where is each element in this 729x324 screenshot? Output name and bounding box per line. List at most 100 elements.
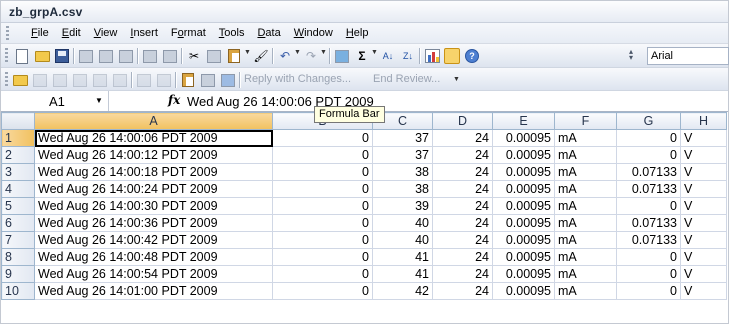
menu-item[interactable]: Help [346, 27, 369, 39]
redo-icon[interactable]: ↷ [302, 47, 320, 65]
column-header[interactable]: E [492, 112, 555, 130]
cell[interactable]: mA [554, 214, 617, 232]
new-icon[interactable] [13, 47, 31, 65]
menu-item[interactable]: Format [171, 27, 206, 39]
cell[interactable]: Wed Aug 26 14:00:42 PDT 2009 [34, 231, 273, 249]
row-header[interactable]: 4 [1, 180, 35, 198]
row-header[interactable]: 5 [1, 197, 35, 215]
column-header[interactable]: D [432, 112, 493, 130]
cell[interactable]: 24 [432, 180, 493, 198]
cell[interactable]: mA [554, 129, 617, 147]
cell[interactable]: 0.00095 [492, 163, 555, 181]
cell[interactable]: mA [554, 163, 617, 181]
cell[interactable]: V [680, 282, 727, 300]
cell[interactable]: 0.07133 [616, 214, 681, 232]
cell[interactable]: 0 [272, 180, 373, 198]
sort-descending-icon[interactable]: Z↓ [399, 47, 417, 65]
cell[interactable]: 0 [272, 163, 373, 181]
cell[interactable]: 24 [432, 129, 493, 147]
cell[interactable]: 0.07133 [616, 231, 681, 249]
cell[interactable]: 0 [272, 146, 373, 164]
help-icon[interactable]: ? [463, 47, 481, 65]
row-header[interactable]: 3 [1, 163, 35, 181]
cell[interactable]: Wed Aug 26 14:00:06 PDT 2009 [34, 129, 273, 147]
column-header[interactable]: F [554, 112, 617, 130]
redo-dropdown-icon[interactable]: ▼ [320, 49, 327, 56]
cell[interactable]: V [680, 265, 727, 283]
delete-comment-icon[interactable] [111, 71, 129, 89]
menu-item[interactable]: File [31, 27, 49, 39]
cell[interactable]: V [680, 146, 727, 164]
permission-icon[interactable] [77, 47, 95, 65]
cell[interactable]: 0 [272, 282, 373, 300]
cell[interactable]: Wed Aug 26 14:00:18 PDT 2009 [34, 163, 273, 181]
cell[interactable]: 0.00095 [492, 146, 555, 164]
cell[interactable]: 24 [432, 197, 493, 215]
column-header[interactable]: H [680, 112, 727, 130]
cell[interactable]: V [680, 163, 727, 181]
cell[interactable]: 0.00095 [492, 129, 555, 147]
cell[interactable]: mA [554, 282, 617, 300]
hyperlink-icon[interactable] [333, 47, 351, 65]
research-icon[interactable] [161, 47, 179, 65]
cell[interactable]: 0.00095 [492, 231, 555, 249]
column-header[interactable]: A [34, 112, 273, 130]
cell[interactable]: mA [554, 248, 617, 266]
cell[interactable]: Wed Aug 26 14:00:36 PDT 2009 [34, 214, 273, 232]
cell[interactable]: mA [554, 231, 617, 249]
cell[interactable]: 24 [432, 163, 493, 181]
cell[interactable]: 0 [272, 129, 373, 147]
cell[interactable]: 40 [372, 214, 433, 232]
row-header[interactable]: 7 [1, 231, 35, 249]
toolbar-grip[interactable] [5, 72, 8, 88]
previous-comment-icon[interactable] [31, 71, 49, 89]
cell[interactable]: V [680, 180, 727, 198]
row-header[interactable]: 2 [1, 146, 35, 164]
cell[interactable]: 40 [372, 231, 433, 249]
cell[interactable]: V [680, 214, 727, 232]
menu-item[interactable]: Tools [219, 27, 245, 39]
spelling-icon[interactable] [141, 47, 159, 65]
cell[interactable]: Wed Aug 26 14:00:24 PDT 2009 [34, 180, 273, 198]
menu-item[interactable]: Edit [62, 27, 81, 39]
undo-dropdown-icon[interactable]: ▼ [294, 49, 301, 56]
cell[interactable]: 37 [372, 129, 433, 147]
cell[interactable]: 0.00095 [492, 180, 555, 198]
menu-item[interactable]: Insert [130, 27, 158, 39]
name-box[interactable]: A1 ▼ [1, 91, 109, 111]
cell[interactable]: mA [554, 197, 617, 215]
cell[interactable]: 0.00095 [492, 214, 555, 232]
print-icon[interactable] [97, 47, 115, 65]
worksheet-grid[interactable]: ABCDEFGH 1Wed Aug 26 14:00:06 PDT 200903… [1, 112, 728, 324]
show-all-comments-icon[interactable] [91, 71, 109, 89]
insert-function-icon[interactable]: fx [168, 93, 180, 107]
cell[interactable]: 0.00095 [492, 248, 555, 266]
cell[interactable]: 0.00095 [492, 197, 555, 215]
cell[interactable]: 24 [432, 248, 493, 266]
cell[interactable]: 38 [372, 163, 433, 181]
cell[interactable]: Wed Aug 26 14:00:12 PDT 2009 [34, 146, 273, 164]
cell[interactable]: 0 [616, 129, 681, 147]
protect-sheet-icon[interactable] [179, 71, 197, 89]
cell[interactable]: V [680, 129, 727, 147]
cell[interactable]: mA [554, 180, 617, 198]
select-all-corner[interactable] [1, 112, 35, 130]
new-comment-icon[interactable] [11, 71, 29, 89]
cell[interactable]: mA [554, 146, 617, 164]
sort-ascending-icon[interactable]: A↓ [379, 47, 397, 65]
cell[interactable]: Wed Aug 26 14:00:48 PDT 2009 [34, 248, 273, 266]
cell[interactable]: 0 [616, 265, 681, 283]
cell[interactable]: 0 [272, 197, 373, 215]
cell[interactable]: mA [554, 265, 617, 283]
row-header[interactable]: 8 [1, 248, 35, 266]
font-name-box[interactable]: Arial [647, 47, 729, 65]
menu-item[interactable]: Window [294, 27, 333, 39]
menubar-grip[interactable] [6, 26, 9, 40]
menu-item[interactable]: Data [257, 27, 280, 39]
cell[interactable]: 41 [372, 248, 433, 266]
cell[interactable]: 0 [616, 197, 681, 215]
reply-with-changes-link[interactable]: Reply with Changes... [244, 73, 351, 85]
track-changes-icon[interactable] [135, 71, 153, 89]
cell[interactable]: 24 [432, 282, 493, 300]
column-header[interactable]: G [616, 112, 681, 130]
